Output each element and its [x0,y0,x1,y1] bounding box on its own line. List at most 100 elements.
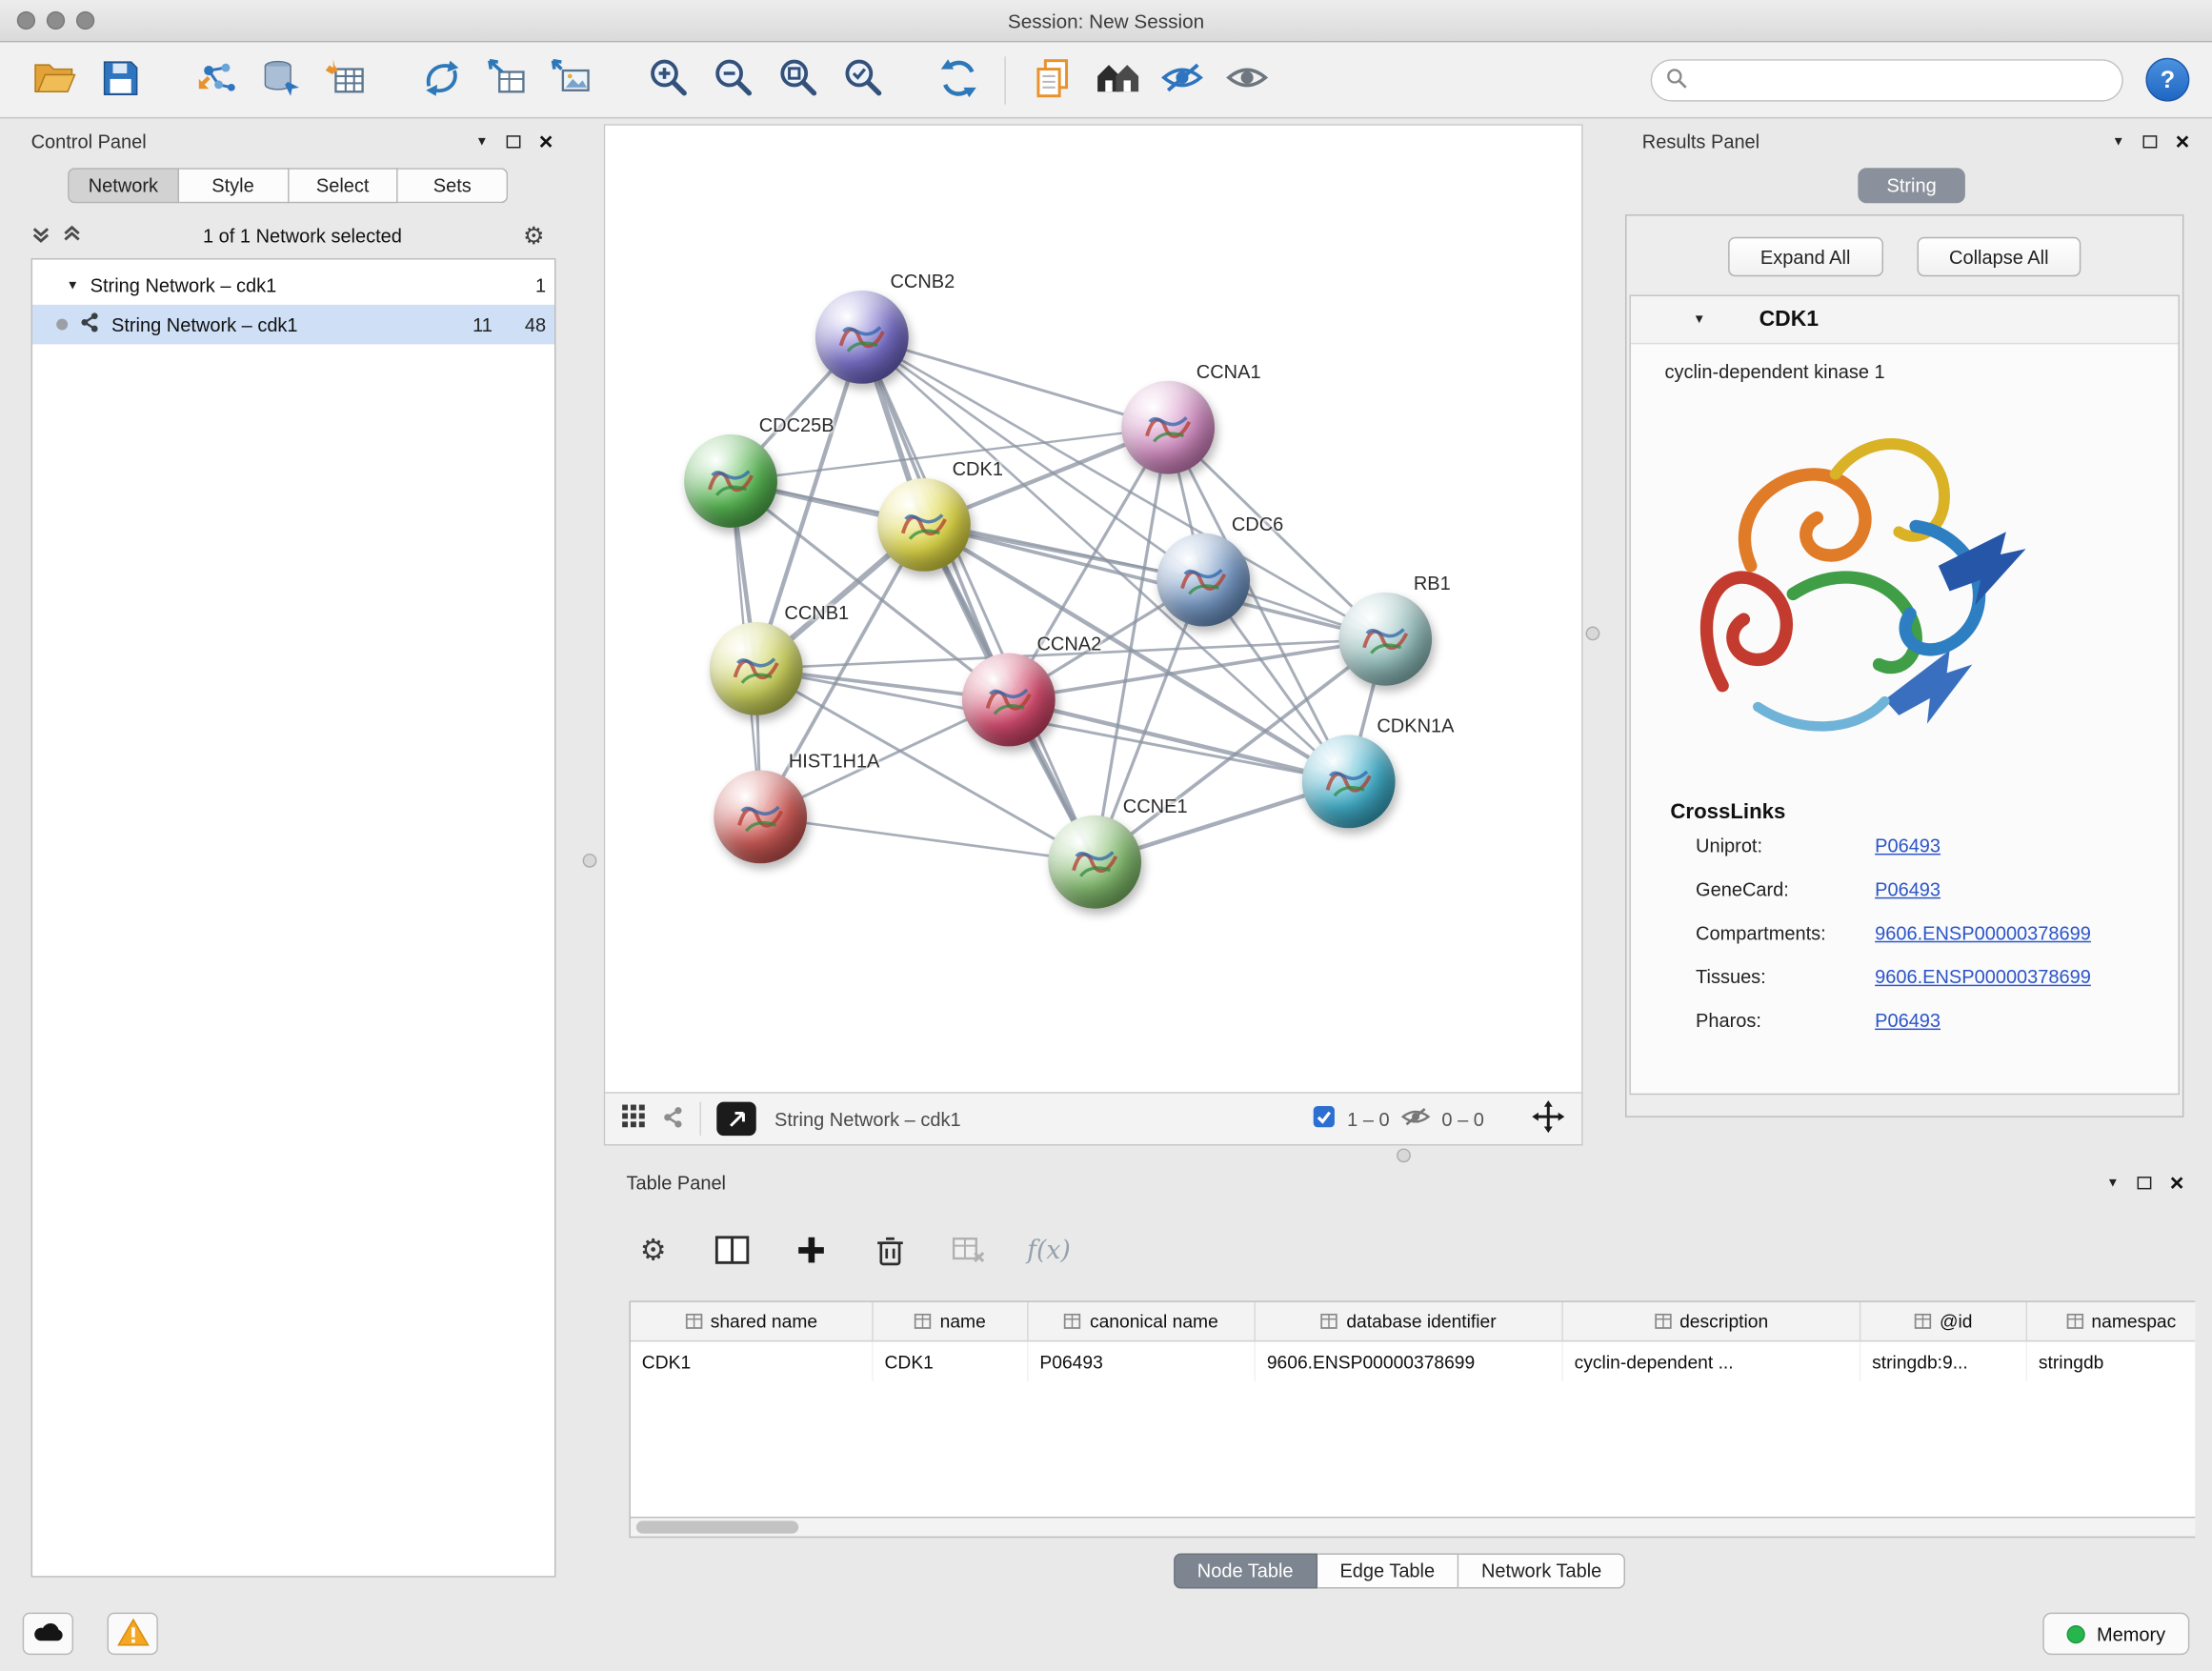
string-results-tab[interactable]: String [1858,168,1965,203]
table-cell[interactable]: cyclin-dependent ... [1563,1341,1860,1380]
expand-all-button[interactable]: Expand All [1728,237,1883,276]
table-cell[interactable]: 9606.ENSP00000378699 [1256,1341,1563,1380]
left-splitter-handle[interactable] [583,854,597,868]
select-columns-button[interactable] [711,1229,753,1271]
network-row-selected[interactable]: String Network – cdk1 11 48 [32,305,554,344]
network-canvas[interactable]: CCNB2CCNA1CDC25BCDK1CDC6RB1CCNB1CCNA2CDK… [605,126,1581,1092]
selected-checkbox-icon[interactable] [1312,1105,1336,1134]
column-header[interactable]: shared name [631,1302,874,1340]
tab-node-table[interactable]: Node Table [1174,1553,1317,1588]
hidden-eye-slash-icon[interactable] [1400,1106,1430,1132]
table-cell[interactable]: stringdb [2027,1341,2195,1380]
network-node-ccnb2[interactable] [815,291,909,384]
open-session-button[interactable] [23,50,88,110]
expand-all-icon[interactable] [62,224,82,248]
panel-menu-icon[interactable]: ▼ [2112,134,2124,147]
zoom-selected-button[interactable] [830,50,895,110]
network-node-rb1[interactable] [1338,593,1432,686]
warnings-button[interactable] [108,1613,158,1655]
home-button[interactable] [1085,50,1150,110]
caret-down-icon[interactable]: ▼ [67,278,79,292]
tab-sets[interactable]: Sets [398,168,508,203]
crosslink-link[interactable]: P06493 [1875,836,1941,856]
zoom-in-button[interactable] [634,50,699,110]
hide-selected-button[interactable] [1150,50,1215,110]
zoom-fit-button[interactable] [765,50,830,110]
network-node-ccna1[interactable] [1121,381,1215,474]
panel-menu-icon[interactable]: ▼ [475,134,488,147]
caret-down-icon[interactable]: ▼ [1693,313,1705,326]
panel-float-icon[interactable] [2143,134,2158,147]
crosslink-link[interactable]: P06493 [1875,879,1941,900]
table-cell[interactable]: CDK1 [631,1341,874,1380]
tab-style[interactable]: Style [179,168,289,203]
column-header[interactable]: name [874,1302,1029,1340]
network-node-ccne1[interactable] [1048,815,1141,909]
column-header[interactable]: namespac [2027,1302,2195,1340]
network-node-ccnb1[interactable] [710,622,803,715]
gear-icon[interactable]: ⚙ [523,224,545,248]
column-header[interactable]: description [1563,1302,1860,1340]
clear-table-button[interactable] [948,1229,990,1271]
tab-select[interactable]: Select [289,168,398,203]
network-node-cdc6[interactable] [1156,534,1250,627]
tab-edge-table[interactable]: Edge Table [1317,1553,1459,1588]
table-cell[interactable]: stringdb:9... [1860,1341,2027,1380]
new-column-button[interactable] [790,1229,832,1271]
detach-view-button[interactable] [716,1102,755,1137]
network-node-cdc25b[interactable] [684,434,777,528]
right-splitter-handle[interactable] [1586,627,1600,641]
grid-view-icon[interactable] [622,1105,646,1134]
column-header[interactable]: @id [1860,1302,2027,1340]
network-collection-row[interactable]: ▼ String Network – cdk1 1 [32,265,554,304]
crosslink-link[interactable]: P06493 [1875,1010,1941,1031]
collapse-all-button[interactable]: Collapse All [1917,237,2081,276]
crosslink-link[interactable]: 9606.ENSP00000378699 [1875,966,2091,987]
import-table-file-button[interactable] [313,50,378,110]
table-from-selection-button[interactable] [474,50,539,110]
table-cell[interactable]: CDK1 [874,1341,1029,1380]
panel-close-icon[interactable]: × [539,130,553,153]
tab-network[interactable]: Network [68,168,179,203]
gene-section-header[interactable]: ▼ CDK1 [1631,296,2179,344]
help-button[interactable]: ? [2145,58,2189,102]
cloud-status-button[interactable] [23,1613,73,1655]
import-network-file-button[interactable] [184,50,249,110]
panel-float-icon[interactable] [2138,1176,2152,1188]
import-network-database-button[interactable] [249,50,313,110]
export-image-button[interactable] [539,50,604,110]
window-close-button[interactable] [17,11,35,30]
panel-close-icon[interactable]: × [2176,130,2190,153]
tab-network-table[interactable]: Network Table [1458,1553,1625,1588]
save-session-button[interactable] [88,50,152,110]
apply-layout-button[interactable] [925,50,990,110]
window-minimize-button[interactable] [47,11,65,30]
pan-crosshair-icon[interactable] [1532,1100,1564,1137]
function-builder-button[interactable]: f(x) [1027,1236,1071,1265]
collapse-all-icon[interactable] [31,224,51,248]
horizontal-splitter-handle[interactable] [1397,1148,1411,1162]
window-zoom-button[interactable] [76,11,94,30]
panel-close-icon[interactable]: × [2170,1170,2184,1194]
memory-button[interactable]: Memory [2043,1613,2190,1655]
network-node-cdkn1a[interactable] [1302,735,1396,829]
network-node-ccna2[interactable] [962,654,1056,747]
table-cell[interactable]: P06493 [1029,1341,1256,1380]
protocols-button[interactable] [1020,50,1085,110]
zoom-out-button[interactable] [700,50,765,110]
network-node-hist1h1a[interactable] [714,771,807,864]
delete-column-button[interactable] [869,1229,911,1271]
show-all-button[interactable] [1215,50,1279,110]
panel-menu-icon[interactable]: ▼ [2106,1176,2119,1188]
column-header[interactable]: database identifier [1256,1302,1563,1340]
birdseye-view-icon[interactable] [662,1105,685,1132]
table-horizontal-scrollbar[interactable] [629,1517,2195,1538]
network-node-cdk1[interactable] [877,478,971,572]
search-input[interactable] [1698,70,2108,91]
panel-float-icon[interactable] [507,134,521,147]
network-from-selection-button[interactable] [409,50,473,110]
table-options-button[interactable]: ⚙ [632,1229,674,1271]
crosslink-link[interactable]: 9606.ENSP00000378699 [1875,923,2091,944]
scrollbar-thumb[interactable] [636,1520,798,1533]
column-header[interactable]: canonical name [1029,1302,1256,1340]
